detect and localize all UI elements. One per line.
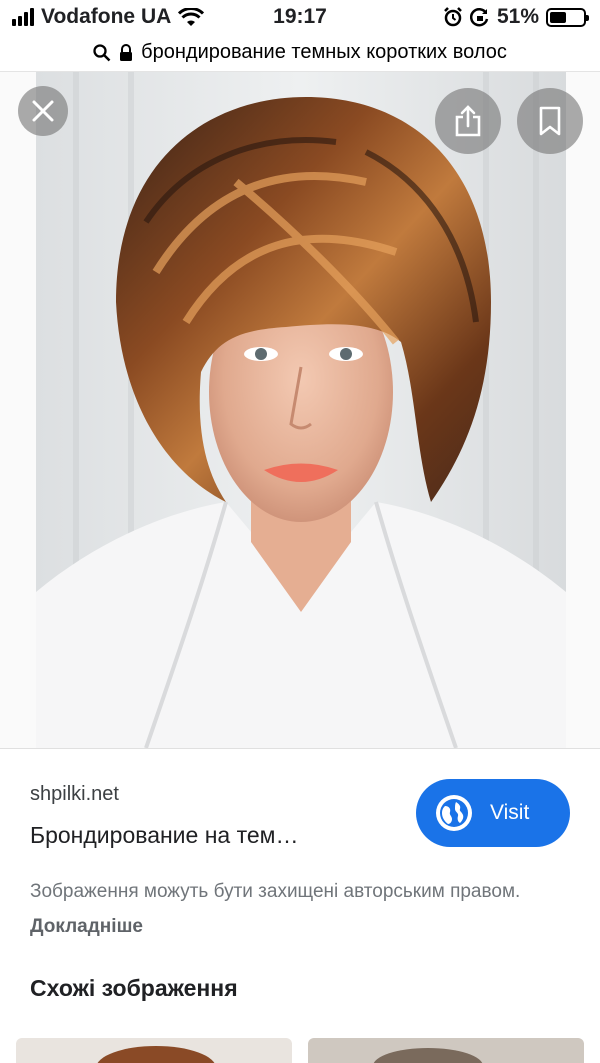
image-viewer[interactable]	[0, 72, 600, 748]
result-title[interactable]: Брондирование на тем…	[30, 822, 298, 849]
source-site[interactable]: shpilki.net	[30, 783, 119, 806]
similar-images-heading: Схожі зображення	[30, 975, 238, 1001]
battery-percent: 51%	[496, 5, 539, 28]
status-bar: Vodafone UA 19:17 51%	[0, 0, 600, 34]
visit-label: Visit	[490, 801, 530, 824]
result-image[interactable]	[36, 72, 566, 748]
copyright-notice: Зображення можуть бути захищені авторськ…	[30, 874, 570, 944]
globe-icon	[436, 795, 472, 831]
similar-image-thumbnail[interactable]	[308, 1038, 584, 1063]
close-icon	[32, 100, 54, 122]
share-button[interactable]	[435, 88, 501, 154]
battery-icon	[546, 7, 589, 27]
learn-more-link[interactable]: Докладніше	[30, 916, 143, 937]
status-right: 51%	[443, 5, 589, 29]
bookmark-button[interactable]	[517, 88, 583, 154]
rotation-lock-icon	[469, 8, 489, 27]
lock-icon	[120, 43, 133, 61]
divider	[0, 748, 600, 749]
url-bar[interactable]: брондирование темных коротких волос	[0, 34, 600, 72]
url-query: брондирование темных коротких волос	[141, 41, 507, 63]
close-button[interactable]	[18, 86, 68, 136]
alarm-icon	[444, 7, 462, 27]
bookmark-icon	[539, 106, 561, 136]
similar-image-thumbnail[interactable]	[16, 1038, 292, 1063]
search-icon	[93, 43, 111, 61]
visit-button[interactable]: Visit	[416, 779, 570, 847]
share-icon	[455, 105, 481, 137]
copyright-text: Зображення можуть бути захищені авторськ…	[30, 881, 521, 902]
